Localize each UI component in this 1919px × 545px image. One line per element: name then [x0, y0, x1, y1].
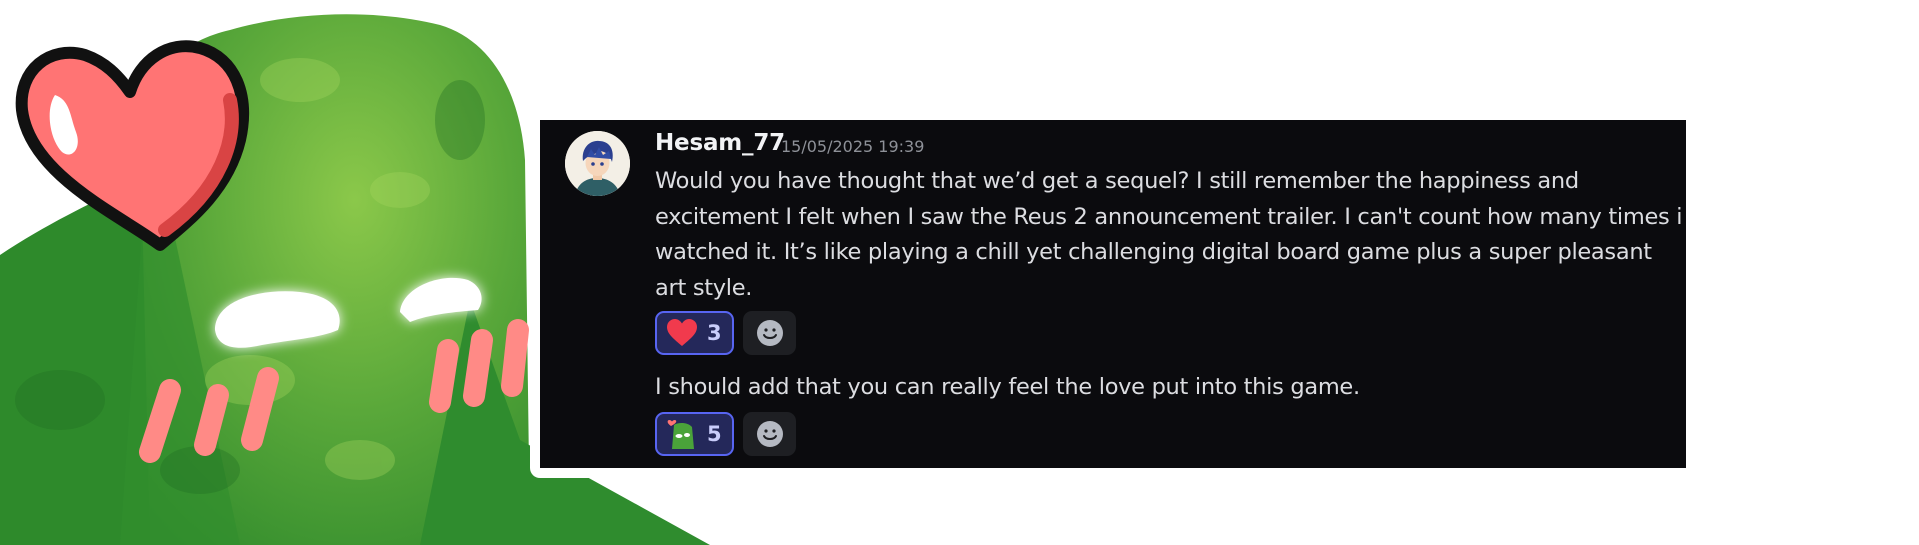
reaction-heart[interactable]: 3: [655, 311, 734, 355]
username[interactable]: Hesam_77: [655, 130, 785, 156]
user-avatar[interactable]: [565, 131, 630, 196]
message-line-1: Would you have thought that we’d get a s…: [655, 168, 1579, 194]
message-line-2: excitement I felt when I saw the Reus 2 …: [655, 203, 1683, 230]
message-line-4: art style.: [655, 274, 753, 301]
add-reaction-button[interactable]: [743, 412, 796, 456]
smiley-icon: [756, 421, 783, 447]
green-mascot-heart-icon: [667, 419, 694, 449]
message-timestamp: 15/05/2025 19:39: [781, 137, 925, 156]
reaction-mascot[interactable]: 5: [655, 412, 734, 456]
heart-icon: [667, 319, 697, 346]
message-line-3: watched it. It’s like playing a chill ye…: [655, 239, 1652, 265]
message-followup: I should add that you can really feel th…: [655, 374, 1360, 400]
avatar-portrait-icon: [565, 131, 630, 196]
smiley-icon: [756, 320, 783, 346]
add-reaction-button[interactable]: [743, 311, 796, 355]
reaction-count: 5: [707, 422, 722, 446]
reaction-count: 3: [707, 321, 722, 345]
